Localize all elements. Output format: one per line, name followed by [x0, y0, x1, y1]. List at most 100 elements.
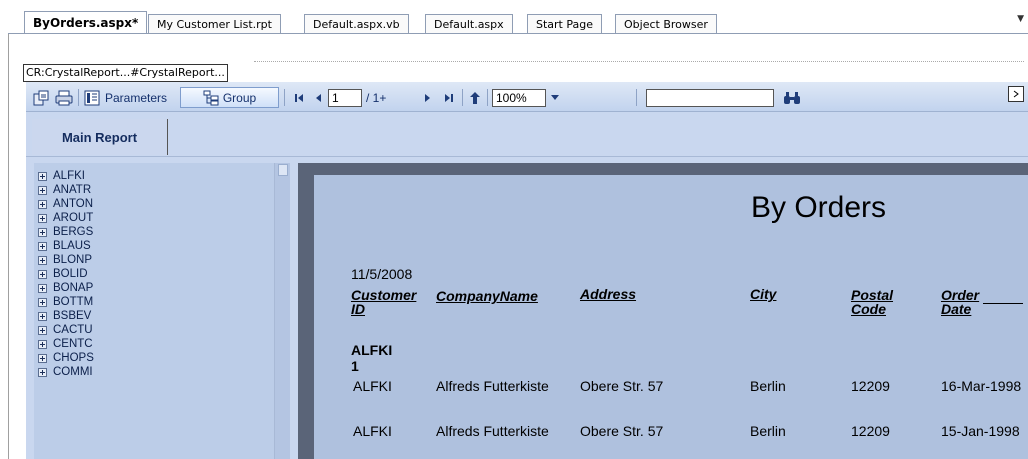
header-city: City — [750, 286, 777, 302]
crystal-report-viewer: Parameters Group 1 / 1+ 100% Main Report… — [26, 82, 1028, 459]
group-tree-item[interactable]: BSBEV — [38, 309, 91, 323]
header-address: Address — [580, 286, 637, 302]
group-tree-item[interactable]: BOLID — [38, 267, 88, 281]
group-tree-item-label: CHOPS — [53, 352, 94, 364]
group-tree-item[interactable]: ALFKI — [38, 169, 85, 183]
expand-icon[interactable] — [38, 199, 47, 209]
expand-icon[interactable] — [38, 213, 47, 223]
group-tree-item-label: COMMI — [53, 366, 93, 378]
expand-icon[interactable] — [38, 269, 47, 279]
expand-icon[interactable] — [38, 297, 47, 307]
expand-icon[interactable] — [38, 339, 47, 349]
tab-label: ByOrders.aspx* — [33, 16, 139, 30]
tab-label: Default.aspx — [434, 18, 504, 31]
tab-start-page[interactable]: Start Page — [527, 14, 602, 34]
group-tree-item[interactable]: AROUT — [38, 211, 93, 225]
cell-city: Berlin — [750, 378, 786, 394]
cell-address: Obere Str. 57 — [580, 378, 664, 394]
group-tree-item[interactable]: CHOPS — [38, 351, 94, 365]
group-tree-item[interactable]: ANTON — [38, 197, 93, 211]
expand-icon[interactable] — [38, 185, 47, 195]
header-company-name: CompanyName — [436, 288, 538, 304]
close-panel-icon[interactable] — [1008, 86, 1024, 102]
group-tree-button[interactable]: Group — [180, 87, 279, 108]
cell-city: Berlin — [750, 423, 786, 439]
header-customer-id-line1: Customer — [351, 287, 417, 303]
expand-icon[interactable] — [38, 171, 47, 181]
header-rule — [983, 303, 1023, 304]
tab-list-dropdown-icon[interactable]: ▼ — [1017, 14, 1024, 24]
tab-default-aspx[interactable]: Default.aspx — [425, 14, 513, 34]
group-header-name: ALFKI — [351, 342, 393, 358]
cell-postal-code: 12209 — [851, 423, 890, 439]
group-tree-item[interactable]: BONAP — [38, 281, 93, 295]
document-tab-strip: ByOrders.aspx* My Customer List.rpt Defa… — [0, 0, 1028, 36]
group-tree-item[interactable]: BLAUS — [38, 239, 91, 253]
header-order-date: Order Date — [941, 288, 979, 316]
drill-up-icon[interactable] — [468, 88, 482, 107]
header-order-date-line2: Date — [941, 301, 972, 317]
group-tree-item-label: BLONP — [53, 254, 92, 266]
zoom-select[interactable]: 100% — [492, 89, 546, 107]
report-tab-bar: Main Report — [26, 113, 1028, 157]
expand-icon[interactable] — [38, 255, 47, 265]
group-tree-item[interactable]: CACTU — [38, 323, 93, 337]
group-tree-item-label: ANATR — [53, 184, 92, 196]
header-customer-id: Customer ID — [351, 288, 416, 316]
tab-main-report[interactable]: Main Report — [32, 119, 168, 155]
tab-byorders-aspx[interactable]: ByOrders.aspx* — [24, 11, 148, 35]
last-page-icon[interactable] — [442, 88, 456, 107]
expand-icon[interactable] — [38, 283, 47, 293]
group-tree-item-label: ALFKI — [53, 170, 85, 182]
cell-customer-id: ALFKI — [353, 378, 392, 394]
tab-object-browser[interactable]: Object Browser — [615, 14, 717, 34]
first-page-icon[interactable] — [292, 88, 306, 107]
group-tree-item[interactable]: BERGS — [38, 225, 93, 239]
group-tree-item[interactable]: ANATR — [38, 183, 91, 197]
expand-icon[interactable] — [38, 353, 47, 363]
scroll-up-arrow[interactable] — [278, 164, 288, 176]
expand-icon[interactable] — [38, 367, 47, 377]
group-tree-scrollbar[interactable] — [274, 163, 290, 459]
viewer-toolbar: Parameters Group 1 / 1+ 100% — [26, 82, 1028, 112]
tab-label: Object Browser — [624, 18, 708, 31]
toolbar-separator — [487, 89, 488, 106]
tab-bar-underline — [26, 156, 1028, 157]
group-tree-item[interactable]: COMMI — [38, 365, 93, 379]
report-date: 11/5/2008 — [351, 266, 413, 282]
expand-icon[interactable] — [38, 241, 47, 251]
toolbar-separator — [284, 89, 285, 106]
cell-company-name: Alfreds Futterkiste — [436, 378, 549, 394]
header-order-date-line1: Order — [941, 287, 980, 303]
expand-icon[interactable] — [38, 311, 47, 321]
search-input[interactable] — [646, 89, 774, 107]
tab-label: Default.aspx.vb — [313, 18, 400, 31]
group-tree-item[interactable]: BLONP — [38, 253, 92, 267]
group-tree-item-label: ANTON — [53, 198, 94, 210]
next-page-icon[interactable] — [422, 88, 434, 107]
report-title: By Orders — [751, 191, 887, 224]
print-icon[interactable] — [54, 88, 74, 107]
group-header-count: 1 — [351, 358, 359, 374]
crystal-report-control-label[interactable]: CR:CrystalReport...#CrystalReport... — [23, 64, 228, 82]
expand-icon[interactable] — [38, 325, 47, 335]
group-tree-item[interactable]: BOTTM — [38, 295, 93, 309]
group-tree-item-label: CACTU — [53, 324, 93, 336]
group-tree-item[interactable]: CENTC — [38, 337, 93, 351]
group-tree-item-label: BOTTM — [53, 296, 94, 308]
prev-page-icon[interactable] — [312, 88, 324, 107]
tab-my-customer-list-rpt[interactable]: My Customer List.rpt — [148, 14, 281, 34]
expand-icon[interactable] — [38, 227, 47, 237]
page-number-input[interactable]: 1 — [328, 89, 362, 107]
zoom-dropdown-icon[interactable] — [548, 88, 562, 107]
tab-default-aspx-vb[interactable]: Default.aspx.vb — [304, 14, 409, 34]
toolbar-separator — [636, 89, 637, 106]
group-tree-item-label: CENTC — [53, 338, 93, 350]
export-icon[interactable] — [32, 88, 50, 107]
cell-company-name: Alfreds Futterkiste — [436, 423, 549, 439]
parameters-icon[interactable] — [83, 88, 101, 107]
binoculars-icon[interactable] — [782, 88, 802, 107]
parameters-button[interactable]: Parameters — [105, 88, 167, 107]
group-tree-panel: ALFKI ANATR ANTON AROUT BERGS BLAUS BLONP BOLID… — [34, 163, 290, 459]
report-page: By Orders 11/5/2008 Customer ID CompanyN… — [314, 175, 1028, 459]
